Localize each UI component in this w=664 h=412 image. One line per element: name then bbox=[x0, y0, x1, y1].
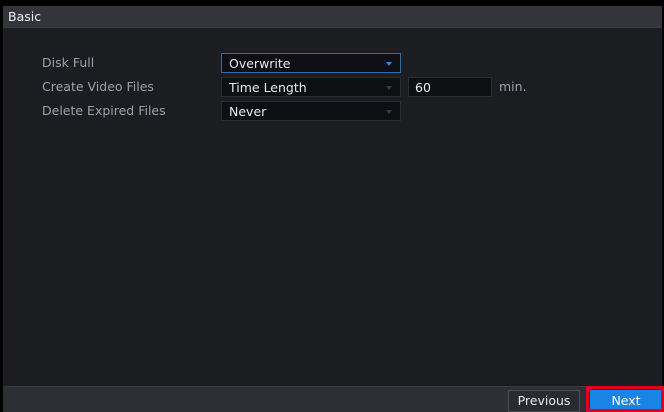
delete-expired-files-label: Delete Expired Files bbox=[42, 103, 166, 118]
delete-expired-files-select[interactable]: Never bbox=[221, 101, 401, 121]
previous-button[interactable]: Previous bbox=[508, 390, 580, 412]
settings-window: Basic Disk Full Overwrite Create Video F… bbox=[3, 6, 662, 412]
delete-expired-files-row: Delete Expired Files Never bbox=[3, 101, 662, 123]
settings-panel: Disk Full Overwrite Create Video Files T… bbox=[3, 28, 662, 384]
create-video-files-label: Create Video Files bbox=[42, 79, 154, 94]
next-button[interactable]: Next bbox=[590, 390, 662, 412]
create-video-files-select[interactable]: Time Length bbox=[221, 77, 401, 97]
footer-bar: Previous Next bbox=[3, 386, 662, 412]
delete-expired-files-value: Never bbox=[229, 104, 267, 119]
dropdown-arrow-icon bbox=[386, 62, 392, 66]
dropdown-arrow-icon bbox=[386, 86, 392, 90]
disk-full-label: Disk Full bbox=[42, 55, 95, 70]
disk-full-row: Disk Full Overwrite bbox=[3, 53, 662, 75]
time-length-unit: min. bbox=[499, 79, 527, 94]
disk-full-value: Overwrite bbox=[229, 56, 291, 71]
dropdown-arrow-icon bbox=[386, 110, 392, 114]
time-length-value: 60 bbox=[415, 80, 431, 95]
create-video-files-row: Create Video Files Time Length 60 min. bbox=[3, 77, 662, 99]
title-bar: Basic bbox=[3, 6, 662, 28]
window-title: Basic bbox=[8, 9, 42, 24]
disk-full-select[interactable]: Overwrite bbox=[221, 53, 401, 73]
create-video-files-value: Time Length bbox=[229, 80, 307, 95]
time-length-input[interactable]: 60 bbox=[408, 77, 492, 97]
